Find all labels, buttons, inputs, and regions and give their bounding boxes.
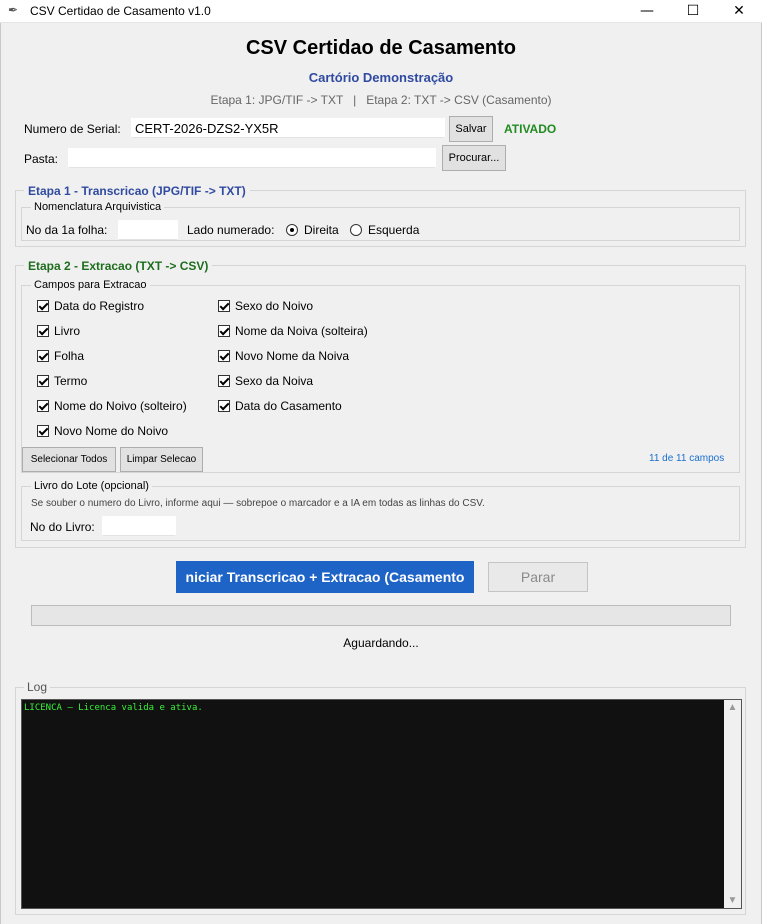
checkbox-nome-da-noiva[interactable]: Nome da Noiva (solteira)	[218, 324, 368, 338]
serial-label: Numero de Serial:	[24, 122, 121, 136]
log-console[interactable]: LICENCA — Licenca valida e ativa. ▲ ▼	[21, 699, 742, 909]
field-count: 11 de 11 campos	[649, 453, 725, 464]
fields-title: Campos para Extracao	[31, 279, 150, 291]
select-all-button[interactable]: Selecionar Todos	[22, 447, 116, 472]
fields-frame	[21, 285, 740, 473]
log-title: Log	[24, 680, 51, 694]
feather-icon: ✒	[8, 3, 19, 17]
app-subtitle: Cartório Demonstração	[308, 70, 454, 85]
checkbox-data-do-registro[interactable]: Data do Registro	[37, 299, 144, 313]
stop-button[interactable]: Parar	[488, 562, 588, 592]
side-label: Lado numerado:	[187, 223, 275, 237]
save-button[interactable]: Salvar	[449, 116, 493, 142]
minimize-button[interactable]: —	[624, 0, 670, 23]
serial-input[interactable]: CERT-2026-DZS2-YX5R	[131, 118, 445, 138]
lot-input[interactable]	[102, 516, 176, 536]
lot-label: No do Livro:	[30, 520, 95, 534]
first-sheet-input[interactable]	[118, 220, 178, 240]
checkbox-novo-nome-da-noiva[interactable]: Novo Nome da Noiva	[218, 349, 349, 363]
checkbox-sexo-do-noivo[interactable]: Sexo do Noivo	[218, 299, 313, 313]
scroll-down-icon[interactable]: ▼	[724, 895, 741, 906]
radio-esquerda[interactable]: Esquerda	[350, 223, 419, 237]
steps-summary: Etapa 1: JPG/TIF -> TXT | Etapa 2: TXT -…	[210, 93, 552, 107]
checkbox-nome-do-noivo[interactable]: Nome do Noivo (solteiro)	[37, 399, 187, 413]
checkbox-data-do-casamento[interactable]: Data do Casamento	[218, 399, 342, 413]
lot-title: Livro do Lote (opcional)	[31, 480, 152, 492]
title-bar: ✒ CSV Certidao de Casamento v1.0 — ☐ ✕	[0, 0, 762, 23]
nomenclature-title: Nomenclatura Arquivistica	[31, 201, 165, 213]
window-title: CSV Certidao de Casamento v1.0	[30, 4, 211, 18]
step2-title: Etapa 2 - Extracao (TXT -> CSV)	[24, 259, 213, 273]
lot-hint: Se souber o numero do Livro, informe aqu…	[31, 498, 485, 509]
folder-label: Pasta:	[24, 152, 59, 166]
maximize-button[interactable]: ☐	[670, 0, 716, 23]
folder-input[interactable]	[68, 148, 436, 168]
first-sheet-label: No da 1a folha:	[26, 223, 108, 237]
checkbox-folha[interactable]: Folha	[37, 349, 84, 363]
radio-direita[interactable]: Direita	[286, 223, 339, 237]
browse-button[interactable]: Procurar...	[442, 145, 506, 171]
checkbox-termo[interactable]: Termo	[37, 374, 87, 388]
license-status: ATIVADO	[504, 122, 557, 136]
app-title: CSV Certidao de Casamento	[245, 37, 517, 59]
start-button[interactable]: niciar Transcricao + Extracao (Casamento	[176, 561, 474, 593]
scroll-up-icon[interactable]: ▲	[724, 702, 741, 713]
status-text: Aguardando...	[343, 636, 419, 650]
clear-selection-button[interactable]: Limpar Selecao	[120, 447, 203, 472]
progress-bar	[31, 605, 731, 626]
checkbox-sexo-da-noiva[interactable]: Sexo da Noiva	[218, 374, 313, 388]
close-button[interactable]: ✕	[716, 0, 762, 23]
log-line: LICENCA — Licenca valida e ativa.	[24, 703, 203, 713]
step1-title: Etapa 1 - Transcricao (JPG/TIF -> TXT)	[24, 184, 250, 198]
checkbox-novo-nome-do-noivo[interactable]: Novo Nome do Noivo	[37, 424, 168, 438]
checkbox-livro[interactable]: Livro	[37, 324, 80, 338]
log-scrollbar[interactable]: ▲ ▼	[724, 700, 741, 908]
